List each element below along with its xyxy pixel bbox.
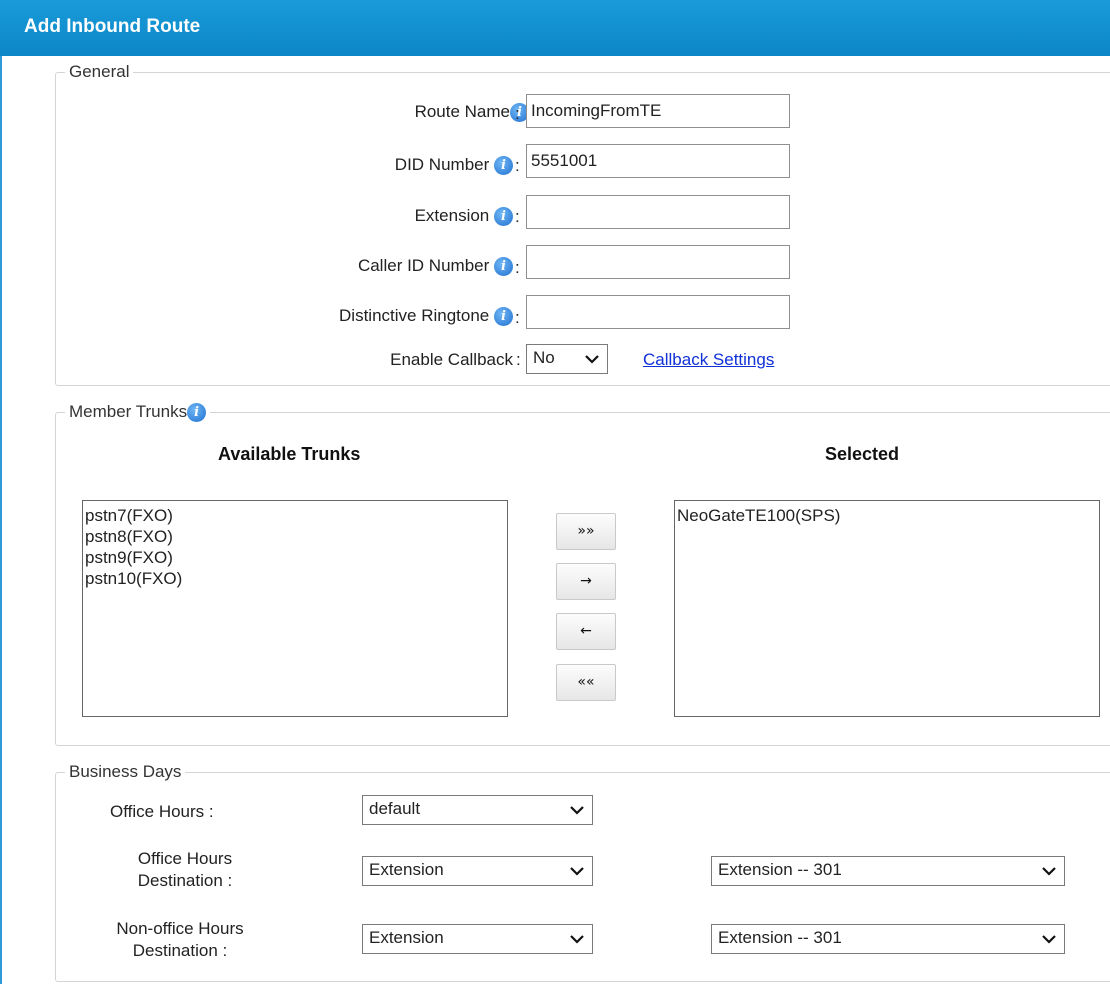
non-office-hours-destination-label: Non-office Hours Destination : (116, 919, 244, 960)
distinctive-ringtone-input[interactable] (526, 295, 790, 329)
chevron-down-icon (1042, 935, 1056, 944)
non-office-hours-destination-type-select[interactable]: Extension (362, 924, 593, 954)
office-hours-value: default (369, 799, 421, 818)
available-trunks-list[interactable]: pstn7(FXO) pstn8(FXO) pstn9(FXO) pstn10(… (82, 500, 508, 717)
selected-trunks-heading: Selected (825, 444, 900, 464)
enable-callback-select[interactable]: No (526, 344, 608, 374)
office-hours-destination-target-select[interactable]: Extension -- 301 (711, 856, 1065, 886)
chevron-down-icon (1042, 867, 1056, 876)
colon: : (515, 156, 520, 175)
destination-target-value: Extension -- 301 (718, 860, 842, 879)
caller-id-number-label: Caller ID Number i (358, 256, 513, 276)
enable-callback-label: Enable Callback (390, 350, 513, 369)
colon: : (515, 308, 520, 327)
destination-target-value: Extension -- 301 (718, 928, 842, 947)
callback-settings-link[interactable]: Callback Settings (643, 350, 774, 370)
colon: : (515, 207, 520, 226)
office-hours-destination-label: Office Hours Destination : (137, 849, 233, 890)
chevron-down-icon (585, 355, 599, 364)
route-name-label: Route Name i (415, 102, 529, 122)
remove-all-button[interactable]: «« (556, 664, 616, 701)
member-trunks-legend: Member Trunks i (65, 402, 210, 422)
remove-button[interactable]: ← (556, 613, 616, 650)
info-icon[interactable]: i (494, 156, 513, 175)
list-item[interactable]: pstn9(FXO) (85, 547, 505, 568)
chevron-down-icon (570, 806, 584, 815)
chevron-down-icon (570, 935, 584, 944)
info-icon[interactable]: i (494, 207, 513, 226)
left-border (0, 56, 2, 984)
available-trunks-heading: Available Trunks (218, 444, 361, 464)
chevron-down-icon (570, 867, 584, 876)
enable-callback-value: No (533, 348, 555, 367)
destination-type-value: Extension (369, 928, 444, 947)
business-days-legend: Business Days (69, 762, 182, 781)
info-icon[interactable]: i (494, 257, 513, 276)
did-number-input[interactable] (526, 144, 790, 178)
extension-input[interactable] (526, 195, 790, 229)
office-hours-destination-type-select[interactable]: Extension (362, 856, 593, 886)
selected-trunks-list[interactable]: NeoGateTE100(SPS) (674, 500, 1100, 717)
did-number-label: DID Number i (395, 155, 513, 175)
add-all-button[interactable]: »» (556, 513, 616, 550)
colon: : (516, 350, 521, 369)
info-icon[interactable]: i (494, 307, 513, 326)
add-button[interactable]: → (556, 563, 616, 600)
page-header: Add Inbound Route (0, 0, 1110, 56)
office-hours-select[interactable]: default (362, 795, 593, 825)
destination-type-value: Extension (369, 860, 444, 879)
list-item[interactable]: NeoGateTE100(SPS) (677, 505, 1097, 526)
list-item[interactable]: pstn7(FXO) (85, 505, 505, 526)
non-office-hours-destination-target-select[interactable]: Extension -- 301 (711, 924, 1065, 954)
caller-id-number-input[interactable] (526, 245, 790, 279)
info-icon[interactable]: i (187, 403, 207, 422)
extension-label: Extension i (415, 206, 513, 226)
list-item[interactable]: pstn10(FXO) (85, 568, 505, 589)
route-name-input[interactable] (526, 94, 790, 128)
general-legend: General (69, 62, 130, 81)
colon: : (515, 104, 520, 123)
office-hours-label: Office Hours : (110, 802, 214, 821)
page-title: Add Inbound Route (24, 16, 201, 37)
list-item[interactable]: pstn8(FXO) (85, 526, 505, 547)
colon: : (515, 258, 520, 277)
distinctive-ringtone-label: Distinctive Ringtone i (339, 306, 513, 326)
